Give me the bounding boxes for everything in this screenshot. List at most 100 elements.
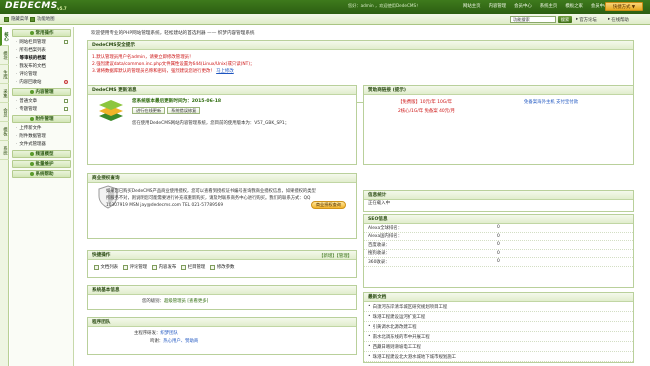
error-fix-button[interactable]: 系统错误修复	[167, 107, 201, 114]
version-label: v5.7	[57, 6, 67, 11]
layers-icon	[99, 100, 123, 121]
sidebar-item-file-manager[interactable]: 文件式管理器	[10, 140, 73, 148]
lead-dev-link[interactable]: 织梦团队	[160, 331, 178, 336]
sidebar-item-articles[interactable]: 普通文章	[10, 97, 73, 105]
top-link-templates[interactable]: 模板之家	[565, 3, 583, 9]
sidebar-item-topics[interactable]: 专题管理	[10, 105, 73, 113]
sidebar-item-comments[interactable]: 评论管理	[10, 70, 73, 78]
top-link-member[interactable]: 会员中心	[514, 3, 532, 9]
list-item[interactable]: 南水北调东线的市中开展工程	[364, 332, 633, 342]
seo-label: 百度收录：	[368, 242, 390, 248]
vtab-collect[interactable]: 采集	[0, 84, 9, 103]
quick-label: 修改参数	[216, 265, 235, 270]
forum-link[interactable]: ▸ 官方论坛	[576, 17, 597, 23]
recycle-icon[interactable]	[64, 80, 68, 84]
quick-label: 文档列表	[100, 265, 119, 270]
nav-label: 文件式管理器	[19, 142, 46, 147]
main-content: 欢迎使用专业的PHP网站管理系统，轻松建站的首选利器 —— 织梦内容管理系统 D…	[78, 27, 645, 366]
add-icon[interactable]	[64, 40, 68, 44]
module-tabs: 核心 模块 生成 采集 会员 模板 系统	[0, 27, 9, 366]
seo-row: 搜狗收录： 0	[364, 250, 633, 258]
sidebar-item-recycle[interactable]: 内容回收站	[10, 78, 73, 86]
add-icon[interactable]	[64, 107, 68, 111]
list-item[interactable]: 西藏日喀则滑坡电工工程	[364, 342, 633, 352]
section-title: 批量维护	[35, 162, 54, 167]
function-map-tab[interactable]: 功能地图	[30, 16, 55, 22]
list-item[interactable]: 白须河东岸清华城区研究规划项目工程	[364, 302, 633, 312]
quick-publish[interactable]: 内容发布	[152, 264, 176, 270]
vtab-generate[interactable]: 生成	[0, 65, 9, 84]
thanks-link[interactable]: 热心用户、赞助商	[163, 339, 198, 344]
quick-doc-list[interactable]: 文档列表	[94, 264, 118, 270]
top-link-content[interactable]: 内容管理	[489, 3, 507, 9]
section-attachments[interactable]: 附件管理	[12, 115, 71, 123]
team-panel: 程序团队 主程序研发：织梦团队 鸣谢：热心用户、赞助商	[87, 317, 357, 355]
sponsor-ad-3[interactable]: 2核心/1G/年 免备案 40元/月	[398, 108, 455, 114]
quick-comments[interactable]: 评论管理	[123, 264, 147, 270]
quick-channels[interactable]: 栏目管理	[181, 264, 205, 270]
auth-query-button[interactable]: 商业授权查询	[310, 201, 346, 209]
seo-value: 0	[497, 233, 500, 239]
vtab-modules[interactable]: 模块	[0, 46, 9, 65]
level-value: 超级管理员	[163, 299, 186, 304]
sidebar-item-my-docs[interactable]: 我发布的文档	[10, 62, 73, 70]
vtab-core[interactable]: 核心	[0, 27, 9, 46]
arrow-icon: ▸	[576, 17, 579, 22]
online-update-button[interactable]: 进行在线更新	[132, 107, 166, 114]
thanks-row: 鸣谢：热心用户、赞助商	[88, 338, 356, 346]
sponsor-ad-2[interactable]: 免备案海外主机 支付宝付款	[524, 99, 578, 105]
manage-quick-link[interactable]: 【管理】	[337, 254, 352, 259]
sidebar-item-channel[interactable]: 网站栏目管理	[10, 38, 73, 46]
section-dot-icon	[29, 152, 34, 156]
quick-label: 内容发布	[158, 265, 177, 270]
sponsor-ad-1[interactable]: 【免费版】10元/年 10G/年	[398, 99, 452, 105]
dedecms-logo[interactable]: DEDECMS	[5, 1, 58, 11]
section-title: 常用操作	[35, 31, 54, 36]
seo-label: 360收录：	[368, 259, 390, 265]
fix-now-link[interactable]: 马上修改	[216, 69, 234, 74]
section-dot-icon	[29, 162, 34, 166]
vtab-system[interactable]: 系统	[0, 141, 9, 160]
vtab-member[interactable]: 会员	[0, 103, 9, 122]
section-batch[interactable]: 批量维护	[12, 160, 71, 168]
function-search-input[interactable]: 功能搜索	[510, 16, 556, 23]
doc-list-icon	[94, 264, 99, 270]
panel-title: 赞助商链接 (提示)	[364, 86, 633, 95]
quick-menu-button[interactable]: 快捷方式 ▼	[605, 2, 643, 11]
search-button[interactable]: 搜索	[558, 16, 572, 23]
more-info-link[interactable]: [查看更多]	[187, 299, 208, 304]
security-tip-3: 3.请将数据库默认的管理员名称和密码，强烈建议您进行更改！ 马上修改	[92, 68, 629, 75]
sidebar: 常用操作 网站栏目管理 所有档案列表 等审核的档案 我发布的文档 评论管理 内容…	[10, 27, 74, 366]
sidebar-item-pending[interactable]: 等审核的档案	[10, 54, 73, 62]
add-icon[interactable]	[64, 99, 68, 103]
hide-menu-label: 隐藏菜单	[11, 17, 29, 22]
section-channel-models[interactable]: 频道模型	[12, 150, 71, 158]
section-common[interactable]: 常用操作	[12, 29, 71, 37]
vtab-template[interactable]: 模板	[0, 122, 9, 141]
nav-label: 等审核的档案	[19, 56, 47, 61]
nav-label: 内容回收站	[19, 80, 42, 85]
sidebar-item-upload[interactable]: 上传新文件	[10, 124, 73, 132]
hide-menu-tab[interactable]: 隐藏菜单	[4, 16, 29, 22]
section-content[interactable]: 内容管理	[12, 88, 71, 96]
top-link-system[interactable]: 系统主页	[540, 3, 558, 9]
quick-ops-header: 快捷操作 【新增】【管理】	[88, 251, 356, 260]
quick-ops-panel: 快捷操作 【新增】【管理】 文档列表 评论管理 内容发布 栏目管理 修改参数	[87, 250, 357, 278]
list-item[interactable]: 珠港工程建设北大港水城地下城市规划施工	[364, 352, 633, 362]
stats-loading: 正在载入中	[368, 201, 390, 206]
lead-dev-label: 主程序研发：	[134, 331, 161, 336]
section-help[interactable]: 系统帮助	[12, 170, 71, 178]
quick-settings[interactable]: 修改参数	[210, 264, 234, 270]
panel-title: 最新文档	[364, 293, 633, 302]
list-item[interactable]: 珠港工程建设运河扩宽工程	[364, 312, 633, 322]
sidebar-item-all-docs[interactable]: 所有档案列表	[10, 46, 73, 54]
lead-dev-row: 主程序研发：织梦团队	[88, 327, 356, 338]
help-link[interactable]: ▸ 在线帮助	[608, 17, 629, 23]
top-nav: 网站主页 内容管理 会员中心 系统主页 模板之家 会员中心 注销	[463, 3, 625, 9]
top-link-home[interactable]: 网站主页	[463, 3, 481, 9]
sidebar-item-attach-data[interactable]: 附件数据管理	[10, 132, 73, 140]
panel-title: 系统基本信息	[88, 286, 356, 295]
add-quick-link[interactable]: 【新增】	[319, 254, 337, 259]
list-item[interactable]: 引黄调水北源改建工程	[364, 322, 633, 332]
seo-label: 搜狗收录：	[368, 251, 390, 257]
